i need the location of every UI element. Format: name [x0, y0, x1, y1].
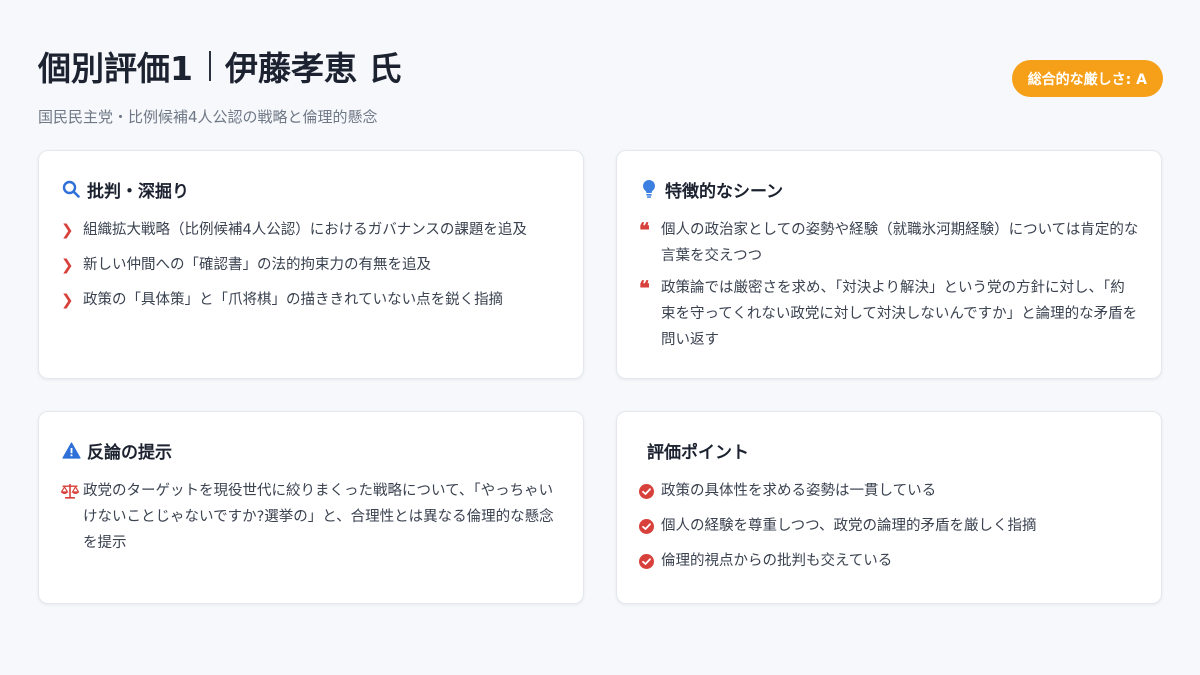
- counter-card: 反論の提示 政党のターゲットを現役世代に絞りまくった戦略について、「やっちゃいけ…: [38, 411, 584, 604]
- critique-list: ❯ 組織拡大戦略（比例候補4人公認）におけるガバナンスの課題を追及 ❯ 新しい仲間へ…: [61, 217, 561, 313]
- lightbulb-icon: [639, 179, 659, 199]
- search-icon: [61, 179, 81, 199]
- quote-icon: ❝: [639, 218, 650, 242]
- chevron-right-icon: ❯: [61, 291, 74, 309]
- title-main: 個別評価1: [38, 49, 193, 88]
- points-list: 政策の具体性を求める姿勢は一貫している 個人の経験を尊重しつつ、政党の論理的矛盾…: [639, 478, 1139, 574]
- list-item: ❯ 新しい仲間への「確認書」の法的拘束力の有無を追及: [61, 252, 561, 278]
- list-item: 倫理的視点からの批判も交えている: [639, 548, 1139, 574]
- points-title: 評価ポイント: [647, 442, 749, 463]
- scale-icon: [61, 478, 83, 504]
- title-name: 伊藤孝恵 氏: [224, 49, 402, 88]
- list-item: ❝ 個人の政治家としての姿勢や経験（就職氷河期経験）については肯定的な言葉を交えつ…: [639, 218, 1139, 264]
- title-separator: [208, 51, 211, 81]
- list-item: ❯ 政策の「具体策」と「爪将棋」の描ききれていない点を鋭く指摘: [61, 287, 561, 313]
- scenes-list: ❝ 個人の政治家としての姿勢や経験（就職氷河期経験）については肯定的な言葉を交えつ…: [639, 217, 1139, 353]
- counter-list: 政党のターゲットを現役世代に絞りまくった戦略について、「やっちゃいけないことじゃ…: [61, 478, 561, 556]
- quote-icon: ❝: [639, 276, 650, 300]
- page-title: 個別評価1 伊藤孝恵 氏: [38, 42, 401, 90]
- critique-card: 批判・深掘り ❯ 組織拡大戦略（比例候補4人公認）におけるガバナンスの課題を追及 …: [38, 150, 584, 379]
- page-subtitle: 国民民主党・比例候補4人公認の戦略と倫理的懸念: [38, 108, 378, 126]
- list-item: 政策の具体性を求める姿勢は一貫している: [639, 478, 1139, 504]
- scenes-card: 特徴的なシーン ❝ 個人の政治家としての姿勢や経験（就職氷河期経験）については肯定…: [616, 150, 1162, 379]
- list-item: 個人の経験を尊重しつつ、政党の論理的矛盾を厳しく指摘: [639, 513, 1139, 539]
- counter-title: 反論の提示: [87, 442, 172, 463]
- check-circle-icon: [639, 548, 661, 574]
- chevron-right-icon: ❯: [61, 221, 74, 239]
- critique-title: 批判・深掘り: [87, 181, 189, 202]
- chevron-right-icon: ❯: [61, 256, 74, 274]
- header: 個別評価1 伊藤孝恵 氏 国民民主党・比例候補4人公認の戦略と倫理的懸念: [38, 42, 401, 127]
- check-circle-icon: [639, 513, 661, 539]
- points-card: 評価ポイント 政策の具体性を求める姿勢は一貫している 個人の経験を尊重しつつ、政…: [616, 411, 1162, 604]
- list-item: ❯ 組織拡大戦略（比例候補4人公認）におけるガバナンスの課題を追及: [61, 217, 561, 243]
- check-circle-icon: [639, 478, 661, 504]
- warning-icon: [61, 440, 81, 460]
- list-item: 政党のターゲットを現役世代に絞りまくった戦略について、「やっちゃいけないことじゃ…: [61, 478, 561, 556]
- scenes-title: 特徴的なシーン: [665, 181, 784, 202]
- list-item: ❝ 政策論では厳密さを求め、「対決より解決」という党の方針に対し、「約束を守ってく…: [639, 276, 1138, 348]
- severity-badge: 総合的な厳しさ: A: [1011, 60, 1163, 97]
